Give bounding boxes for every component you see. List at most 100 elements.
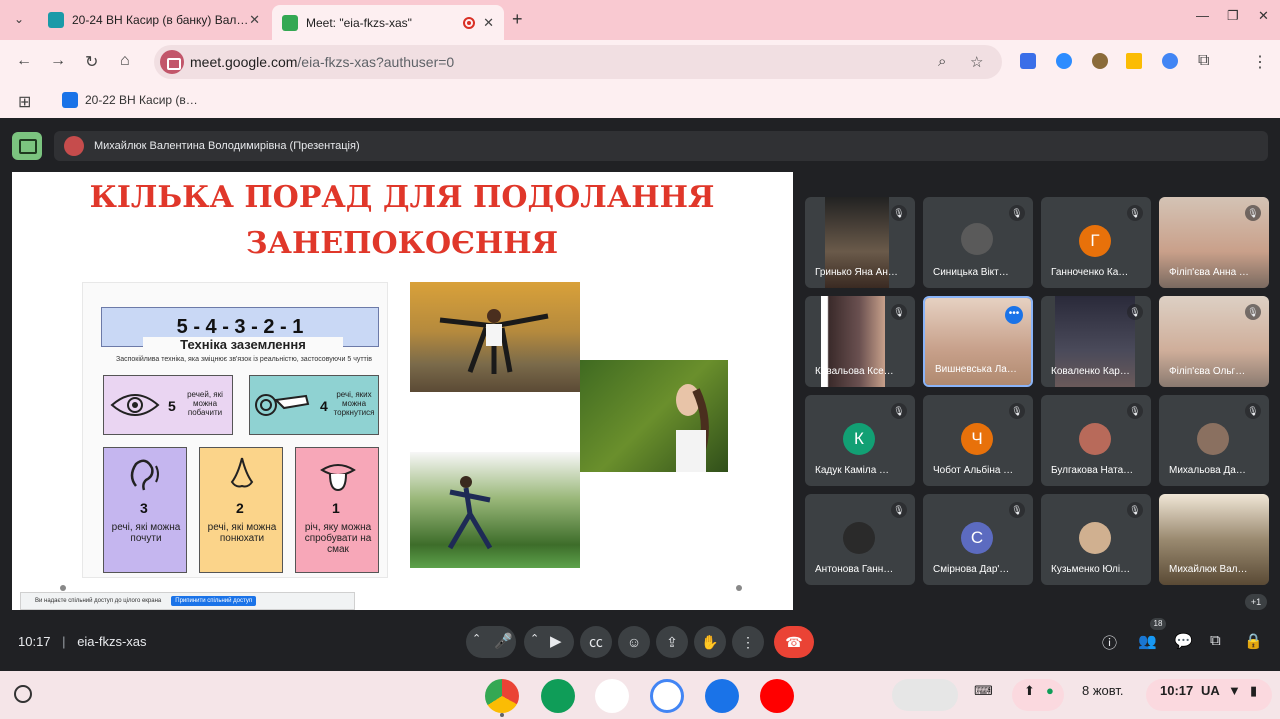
participant-avatar: Ч <box>961 423 993 455</box>
window-thumbnails[interactable] <box>892 679 958 711</box>
leave-call-button[interactable]: ☎ <box>774 626 814 658</box>
present-screen-button[interactable]: ⇪ <box>656 626 688 658</box>
presentation-icon[interactable] <box>12 132 42 160</box>
participant-tile[interactable]: 🎙 Коваленко Кар… <box>1041 296 1151 387</box>
tab-search-icon[interactable]: ⌄ <box>8 8 30 30</box>
participant-tile-active[interactable]: ••• Вишневська Ла… <box>923 296 1033 387</box>
classroom-app-icon[interactable] <box>541 679 575 713</box>
forward-icon[interactable]: → <box>50 52 66 70</box>
drive-extension-icon[interactable] <box>1126 53 1142 69</box>
mic-options-chevron-icon[interactable]: ⌃ <box>472 632 481 645</box>
participant-tile[interactable]: 🎙 Кузьменко Юлі… <box>1041 494 1151 585</box>
maximize-icon[interactable]: ❐ <box>1227 8 1239 24</box>
more-options-button[interactable]: ⋮ <box>732 626 764 658</box>
captions-button[interactable]: ㏄ <box>580 626 612 658</box>
keyboard-icon[interactable]: ⌨ <box>974 683 993 699</box>
mic-off-icon: 🎙 <box>1009 502 1025 518</box>
host-controls-icon[interactable]: 🔒 <box>1244 632 1263 650</box>
shelf-date[interactable]: 8 жовт. <box>1082 683 1124 698</box>
url-text[interactable]: meet.google.com/eia-fkzs-xas?authuser=0 <box>190 54 454 70</box>
chrome-app-icon[interactable] <box>485 679 519 713</box>
participant-tile[interactable]: Г 🎙 Ганноченко Ка… <box>1041 197 1151 288</box>
participant-name: Михайлюк Вал… <box>1169 564 1248 575</box>
meet-window: Михайлюк Валентина Володимирівна (Презен… <box>0 118 1280 671</box>
photo-woman-arms-open <box>410 282 580 392</box>
participant-tile[interactable]: 🎙 Гринько Яна Ан… <box>805 197 915 288</box>
close-window-icon[interactable]: ✕ <box>1258 8 1269 24</box>
sense-label: річ, яку можна спробувати на смак <box>304 522 372 555</box>
participant-avatar: Г <box>1079 225 1111 257</box>
mic-off-icon: 🎙 <box>1245 403 1261 419</box>
gmail-app-icon[interactable] <box>595 679 629 713</box>
launcher-icon[interactable] <box>14 685 32 703</box>
mic-off-icon: 🎙 <box>1245 205 1261 221</box>
participant-tile[interactable]: 🎙 Антонова Ганн… <box>805 494 915 585</box>
participant-name: Кадук Каміла … <box>815 465 890 476</box>
activities-icon[interactable]: ⧉ <box>1210 632 1221 649</box>
participant-tile[interactable]: Михайлюк Вал… <box>1159 494 1269 585</box>
participant-avatar: К <box>843 423 875 455</box>
site-info-icon[interactable] <box>160 50 184 74</box>
more-options-icon[interactable]: ••• <box>1005 306 1023 324</box>
participant-name: Антонова Ганн… <box>815 564 894 575</box>
hand-touch-icon <box>255 394 310 416</box>
emoji-button[interactable]: ☺ <box>618 626 650 658</box>
apps-grid-icon[interactable]: ⊞ <box>18 92 31 112</box>
close-tab-icon[interactable]: ✕ <box>249 12 260 28</box>
participant-avatar <box>1197 423 1229 455</box>
microphone-icon[interactable]: 🎤 <box>494 632 513 650</box>
tab-title: Meet: "eia-fkzs-xas" <box>306 15 412 30</box>
owl-extension-icon[interactable] <box>1092 53 1108 69</box>
extensions-puzzle-icon[interactable]: ⧉ <box>1198 52 1209 70</box>
mic-off-icon: 🎙 <box>891 205 907 221</box>
camera-options-chevron-icon[interactable]: ⌃ <box>530 632 539 645</box>
home-icon[interactable]: ⌂ <box>120 52 130 70</box>
sense-count: 2 <box>236 500 244 516</box>
files-app-icon[interactable] <box>705 679 739 713</box>
youtube-app-icon[interactable] <box>760 679 794 713</box>
stop-sharing-button[interactable]: Припинити спільний доступ <box>171 596 257 606</box>
close-tab-icon[interactable]: ✕ <box>483 15 494 31</box>
participant-tile[interactable]: 🎙 Ковальова Ксе… <box>805 296 915 387</box>
address-bar[interactable]: meet.google.com/eia-fkzs-xas?authuser=0 … <box>154 45 1002 79</box>
extension-dot-icon[interactable] <box>1162 53 1178 69</box>
raise-hand-button[interactable]: ✋ <box>694 626 726 658</box>
tab-cashier[interactable]: 20-24 ВН Касир (в банку) Вал… ✕ <box>38 5 270 35</box>
participant-name: Смірнова Дар'… <box>933 564 1010 575</box>
participant-tile[interactable]: 🎙 Філіп'єва Ольг… <box>1159 296 1269 387</box>
menu-kebab-icon[interactable]: ⋮ <box>1252 52 1268 72</box>
meeting-details-icon[interactable]: ⓘ <box>1102 632 1117 653</box>
participant-tile[interactable]: 🎙 Булгакова Ната… <box>1041 395 1151 486</box>
separator: | <box>62 634 66 649</box>
bookmark-star-icon[interactable]: ☆ <box>970 53 983 71</box>
tab-meet[interactable]: Meet: "eia-fkzs-xas" ✕ <box>272 5 504 40</box>
participant-tile[interactable]: 🎙 Михальова Да… <box>1159 395 1269 486</box>
calendar-app-icon[interactable] <box>650 679 684 713</box>
sense-box-touch: 4 речі, яких можна торкнутися <box>249 375 379 435</box>
more-participants-badge[interactable]: +1 <box>1245 594 1267 610</box>
extension-send-icon[interactable] <box>1020 53 1036 69</box>
reload-icon[interactable]: ↻ <box>85 52 98 72</box>
meeting-code: eia-fkzs-xas <box>77 634 147 649</box>
shared-screen: КІЛЬКА ПОРАД ДЛЯ ПОДОЛАННЯ ЗАНЕПОКОЄННЯ … <box>12 172 793 610</box>
zoom-icon[interactable]: ⌕ <box>938 53 946 70</box>
bookmark-item[interactable]: 20-22 ВН Касир (в… <box>62 92 198 108</box>
back-icon[interactable]: ← <box>16 52 32 70</box>
participant-tile[interactable]: Ч 🎙 Чобот Альбіна … <box>923 395 1033 486</box>
mic-off-icon: 🎙 <box>1009 403 1025 419</box>
camera-icon[interactable]: ▶ <box>550 632 562 650</box>
participant-tile[interactable]: 🎙 Синицька Вікт… <box>923 197 1033 288</box>
participant-tile[interactable]: К 🎙 Кадук Каміла … <box>805 395 915 486</box>
people-icon[interactable]: 👥 <box>1138 632 1157 650</box>
new-tab-button[interactable]: + <box>512 9 523 30</box>
slide-title-line-1: КІЛЬКА ПОРАД ДЛЯ ПОДОЛАННЯ <box>89 180 715 215</box>
nose-icon <box>230 457 254 488</box>
chat-icon[interactable]: 💬 <box>1174 632 1193 650</box>
participant-tile[interactable]: С 🎙 Смірнова Дар'… <box>923 494 1033 585</box>
minimize-icon[interactable]: — <box>1196 8 1209 23</box>
status-pill[interactable] <box>1012 679 1064 711</box>
zoom-extension-icon[interactable] <box>1056 53 1072 69</box>
participant-tile[interactable]: 🎙 Філіп'єва Анна … <box>1159 197 1269 288</box>
ear-icon <box>130 459 159 491</box>
screen-share-notice: Ви надаєте спільний доступ до цілого екр… <box>20 592 355 610</box>
